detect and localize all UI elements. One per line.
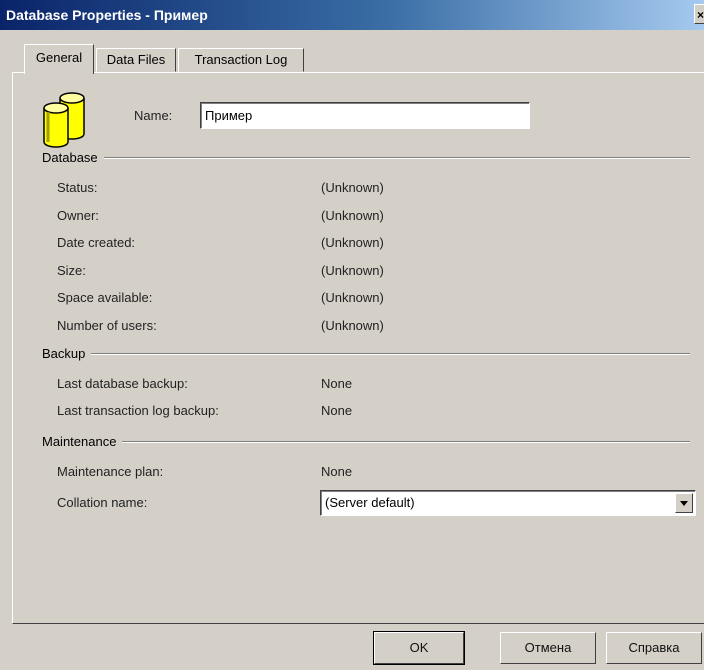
collation-select-value: (Server default) <box>325 495 415 510</box>
tab-label: Transaction Log <box>194 52 288 67</box>
tab-general[interactable]: General <box>24 44 94 74</box>
name-input[interactable] <box>200 102 530 129</box>
date-created-value: (Unknown) <box>321 235 384 250</box>
size-value: (Unknown) <box>321 263 384 278</box>
space-available-label: Space available: <box>57 290 153 305</box>
database-icon <box>43 92 85 148</box>
last-database-backup-label: Last database backup: <box>57 376 188 391</box>
name-label: Name: <box>134 108 173 123</box>
close-button[interactable]: × <box>694 4 704 24</box>
tab-transaction-log[interactable]: Transaction Log <box>178 48 304 72</box>
maintenance-plan-label: Maintenance plan: <box>57 464 164 479</box>
database-group-divider <box>42 157 690 159</box>
collation-select[interactable]: (Server default) <box>320 490 696 516</box>
ok-button[interactable]: OK <box>373 631 465 665</box>
last-log-backup-value: None <box>321 403 353 418</box>
general-tab-panel <box>12 72 704 624</box>
last-log-backup-label: Last transaction log backup: <box>57 403 219 418</box>
maintenance-group-heading: Maintenance <box>42 434 123 449</box>
status-label: Status: <box>57 180 98 195</box>
cancel-button[interactable]: Отмена <box>500 632 596 664</box>
number-of-users-label: Number of users: <box>57 318 157 333</box>
status-value: (Unknown) <box>321 180 384 195</box>
last-database-backup-value: None <box>321 376 353 391</box>
owner-label: Owner: <box>57 208 99 223</box>
tab-data-files[interactable]: Data Files <box>96 48 176 72</box>
help-button[interactable]: Справка <box>606 632 702 664</box>
maintenance-plan-value: None <box>321 464 353 479</box>
date-created-label: Date created: <box>57 235 136 250</box>
backup-group-heading: Backup <box>42 346 92 361</box>
maintenance-group-divider <box>42 441 690 443</box>
close-icon: × <box>697 8 704 22</box>
title-bar: Database Properties - Пример × <box>0 0 704 30</box>
size-label: Size: <box>57 263 86 278</box>
chevron-down-icon <box>680 501 688 506</box>
tab-label: General <box>35 50 83 65</box>
space-available-value: (Unknown) <box>321 290 384 305</box>
tab-label: Data Files <box>106 52 166 67</box>
database-group-heading: Database <box>42 150 104 165</box>
collation-dropdown-button[interactable] <box>675 493 693 513</box>
backup-group-divider <box>42 353 690 355</box>
collation-name-label: Collation name: <box>57 495 148 510</box>
window-title: Database Properties - Пример <box>6 7 208 23</box>
owner-value: (Unknown) <box>321 208 384 223</box>
number-of-users-value: (Unknown) <box>321 318 384 333</box>
